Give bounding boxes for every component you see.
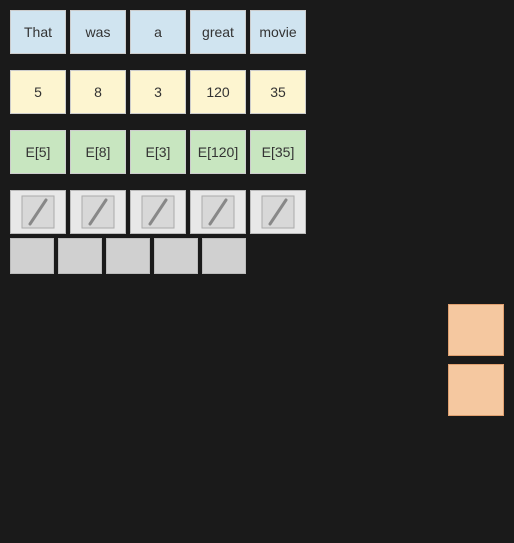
word-cell-5: movie	[250, 10, 306, 54]
embedding-cell-5: E[35]	[250, 130, 306, 174]
word-cell-3: a	[130, 10, 186, 54]
word-cell-2: was	[70, 10, 126, 54]
gray-square-1	[10, 238, 54, 274]
peach-cell-1	[448, 304, 504, 356]
slash-icon-4	[190, 190, 246, 234]
peach-cell-2	[448, 364, 504, 416]
word-cell-1: That	[10, 10, 66, 54]
gray-square-5	[202, 238, 246, 274]
number-cell-4: 120	[190, 70, 246, 114]
slash-icon-2	[70, 190, 126, 234]
peach-row-2	[10, 364, 504, 416]
number-cell-5: 35	[250, 70, 306, 114]
icon-row	[10, 190, 504, 234]
word-row: That was a great movie	[10, 10, 504, 54]
gray-square-3	[106, 238, 150, 274]
peach-row-1	[10, 304, 504, 356]
gray-square-2	[58, 238, 102, 274]
slash-icon-5	[250, 190, 306, 234]
number-cell-1: 5	[10, 70, 66, 114]
word-cell-4: great	[190, 10, 246, 54]
slash-icon-3	[130, 190, 186, 234]
embedding-cell-1: E[5]	[10, 130, 66, 174]
embedding-cell-2: E[8]	[70, 130, 126, 174]
gray-square-row	[10, 238, 504, 274]
embedding-cell-4: E[120]	[190, 130, 246, 174]
embedding-row: E[5] E[8] E[3] E[120] E[35]	[10, 130, 504, 174]
slash-icon-1	[10, 190, 66, 234]
number-cell-2: 8	[70, 70, 126, 114]
number-cell-3: 3	[130, 70, 186, 114]
embedding-cell-3: E[3]	[130, 130, 186, 174]
gray-square-4	[154, 238, 198, 274]
number-row: 5 8 3 120 35	[10, 70, 504, 114]
